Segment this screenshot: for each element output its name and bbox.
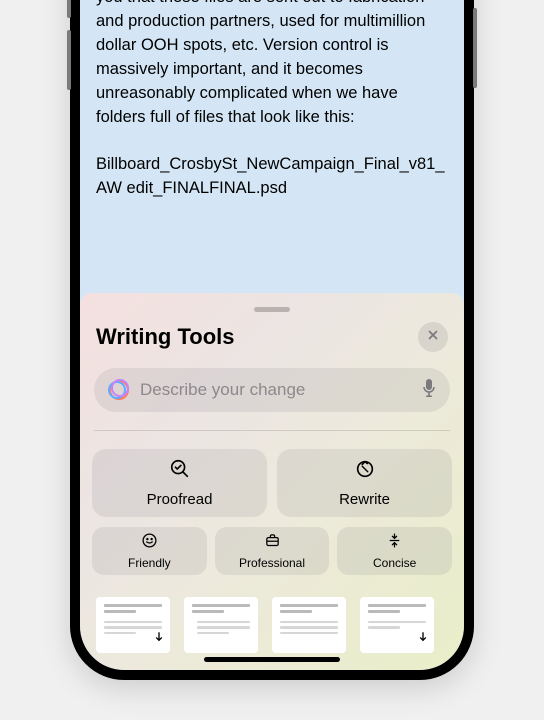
summary-templates-row: [92, 597, 452, 653]
friendly-label: Friendly: [128, 556, 171, 570]
rewrite-button[interactable]: Rewrite: [277, 449, 452, 517]
close-icon: [427, 328, 439, 346]
arrow-down-icon: [154, 630, 164, 648]
template-list[interactable]: [272, 597, 346, 653]
divider: [94, 430, 450, 431]
rewrite-icon: [354, 458, 376, 485]
friendly-button[interactable]: Friendly: [92, 527, 207, 575]
selected-text-area: kicked off this project. Surely I needn'…: [80, 0, 464, 200]
writing-tools-sheet: Writing Tools Describe your change: [80, 293, 464, 670]
phone-side-button: [67, 0, 71, 18]
sheet-header: Writing Tools: [92, 322, 452, 368]
input-placeholder: Describe your change: [140, 380, 422, 400]
siri-icon: [108, 379, 130, 401]
microphone-icon[interactable]: [422, 378, 436, 403]
professional-label: Professional: [239, 556, 305, 570]
body-paragraph: kicked off this project. Surely I needn'…: [96, 0, 448, 129]
home-indicator[interactable]: [204, 657, 340, 662]
rewrite-label: Rewrite: [339, 491, 390, 508]
sheet-title: Writing Tools: [96, 324, 235, 350]
concise-label: Concise: [373, 556, 416, 570]
phone-frame: kicked off this project. Surely I needn'…: [70, 0, 474, 680]
example-filename: Billboard_CrosbySt_NewCampaign_Final_v81…: [96, 153, 448, 199]
sheet-grabber[interactable]: [254, 307, 290, 312]
arrow-down-icon: [418, 630, 428, 648]
tone-actions-row: Friendly Professional Concise: [92, 527, 452, 575]
describe-change-input[interactable]: Describe your change: [94, 368, 450, 412]
magnify-check-icon: [169, 458, 191, 485]
professional-button[interactable]: Professional: [215, 527, 330, 575]
template-summary[interactable]: [96, 597, 170, 653]
close-button[interactable]: [418, 322, 448, 352]
proofread-button[interactable]: Proofread: [92, 449, 267, 517]
template-table[interactable]: [360, 597, 434, 653]
collapse-icon: [386, 532, 403, 554]
phone-side-button: [473, 8, 477, 88]
phone-side-button: [67, 30, 71, 90]
smile-icon: [141, 532, 158, 554]
proofread-label: Proofread: [147, 491, 213, 508]
screen: kicked off this project. Surely I needn'…: [80, 0, 464, 670]
concise-button[interactable]: Concise: [337, 527, 452, 575]
template-keypoints[interactable]: [184, 597, 258, 653]
briefcase-icon: [264, 532, 281, 554]
primary-actions-row: Proofread Rewrite: [92, 449, 452, 517]
